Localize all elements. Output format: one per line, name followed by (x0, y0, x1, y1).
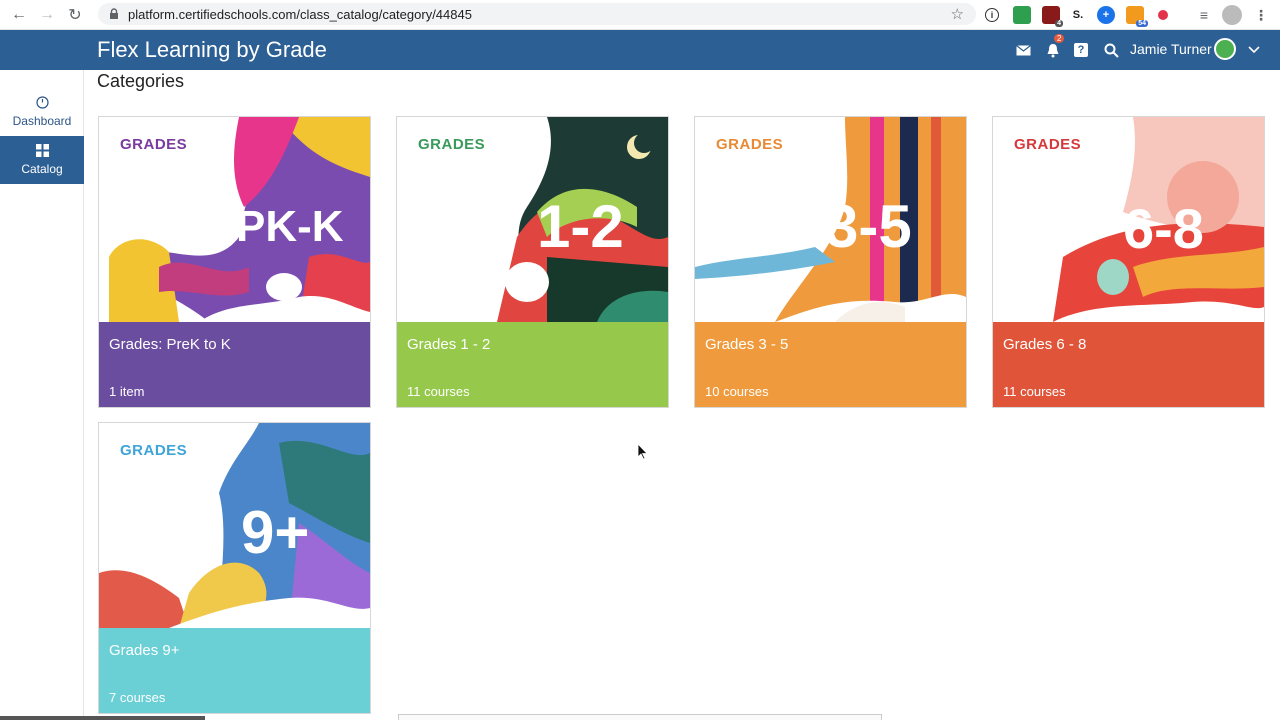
card-big-label: 3-5 (825, 193, 912, 260)
card-count: 10 courses (705, 384, 769, 399)
plus-extension-icon[interactable]: + (1097, 6, 1115, 24)
card-title: Grades 9+ (109, 642, 180, 659)
card-big-label: 6-8 (1123, 197, 1204, 260)
sidebar-item-catalog[interactable]: Catalog (0, 136, 84, 184)
category-card-prek-k[interactable]: GRADES PK-K Grades: PreK to K 1 item (98, 116, 371, 408)
grid-icon (35, 144, 49, 157)
card-footer: Grades: PreK to K 1 item (99, 322, 370, 407)
card-count: 11 courses (407, 384, 470, 399)
mouse-cursor-icon (638, 444, 648, 460)
info-extension-icon[interactable]: i (985, 8, 999, 22)
card-title: Grades 6 - 8 (1003, 336, 1087, 353)
card-artwork: GRADES 9+ (99, 423, 370, 628)
card-count: 11 courses (1003, 384, 1066, 399)
card-grades-label: GRADES (418, 136, 486, 153)
app-header: Flex Learning by Grade 2 ? Jamie Turner (0, 30, 1280, 70)
browser-menu-icon[interactable]: ⋮ (1252, 6, 1270, 24)
card-grades-label: GRADES (716, 136, 784, 153)
app-title[interactable]: Flex Learning by Grade (97, 37, 327, 63)
page-title: Categories (97, 71, 185, 91)
card-artwork: GRADES PK-K (99, 117, 370, 322)
card-artwork: GRADES 6-8 (993, 117, 1264, 322)
profile-avatar[interactable] (1222, 5, 1242, 25)
address-bar[interactable]: platform.certifiedschools.com/class_cata… (98, 3, 976, 25)
card-grades-label: GRADES (1014, 136, 1082, 153)
card-big-label: 9+ (241, 499, 310, 566)
mail-icon[interactable] (1013, 40, 1033, 60)
cast-extension-icon[interactable] (1013, 6, 1031, 24)
card-footer: Grades 3 - 5 10 courses (695, 322, 966, 407)
card-artwork: GRADES 1-2 (397, 117, 668, 322)
browser-toolbar: ← → ↻ platform.certifiedschools.com/clas… (0, 0, 1280, 30)
dashboard-icon (35, 96, 49, 109)
card-big-label: 1-2 (537, 193, 624, 260)
card-big-label: PK-K (236, 202, 344, 251)
category-card-grades-3-5[interactable]: GRADES 3-5 Grades 3 - 5 10 courses (694, 116, 967, 408)
shield-extension-icon[interactable]: 4 (1042, 6, 1063, 27)
card-title: Grades: PreK to K (109, 336, 231, 353)
extension-badge: 54 (1136, 20, 1148, 27)
user-avatar[interactable] (1214, 38, 1236, 60)
card-artwork: GRADES 3-5 (695, 117, 966, 322)
bottom-overlay-bar (398, 714, 882, 720)
search-icon[interactable] (1101, 40, 1121, 60)
bell-icon[interactable] (1043, 40, 1063, 60)
back-icon[interactable]: ← (6, 2, 32, 28)
sidebar-item-label: Dashboard (12, 114, 72, 128)
card-grades-label: GRADES (120, 442, 188, 459)
category-card-grades-9-plus[interactable]: GRADES 9+ Grades 9+ 7 courses (98, 422, 371, 714)
reading-list-icon[interactable]: ≡ (1195, 6, 1213, 24)
sidebar: Dashboard Catalog (0, 70, 84, 720)
sidebar-item-dashboard[interactable]: Dashboard (0, 88, 84, 136)
category-card-grades-1-2[interactable]: GRADES 1-2 Grades 1 - 2 11 courses (396, 116, 669, 408)
card-footer: Grades 1 - 2 11 courses (397, 322, 668, 407)
s-extension-icon[interactable]: S. (1069, 6, 1087, 24)
card-grades-label: GRADES (120, 136, 188, 153)
card-count: 1 item (109, 384, 145, 399)
help-icon[interactable]: ? (1071, 40, 1091, 60)
card-count: 7 courses (109, 690, 166, 705)
card-title: Grades 3 - 5 (705, 336, 789, 353)
category-card-grades-6-8[interactable]: GRADES 6-8 Grades 6 - 8 11 courses (992, 116, 1265, 408)
bookmark-star-icon[interactable]: ☆ (951, 5, 964, 23)
reload-icon[interactable]: ↻ (62, 2, 88, 28)
bottom-scroll-indicator (0, 716, 205, 720)
sidebar-item-label: Catalog (21, 162, 63, 176)
url-text: platform.certifiedschools.com/class_cata… (128, 6, 472, 22)
forward-icon[interactable]: → (34, 2, 60, 28)
card-footer: Grades 9+ 7 courses (99, 628, 370, 713)
user-name[interactable]: Jamie Turner (1130, 41, 1212, 57)
card-title: Grades 1 - 2 (407, 336, 491, 353)
lock-icon (110, 8, 118, 19)
extension-badge: 4 (1055, 20, 1063, 27)
card-footer: Grades 6 - 8 11 courses (993, 322, 1264, 407)
red-extension-icon[interactable] (1154, 6, 1172, 24)
orange-extension-icon[interactable]: 54 (1126, 6, 1148, 27)
chevron-down-icon[interactable] (1244, 40, 1264, 60)
